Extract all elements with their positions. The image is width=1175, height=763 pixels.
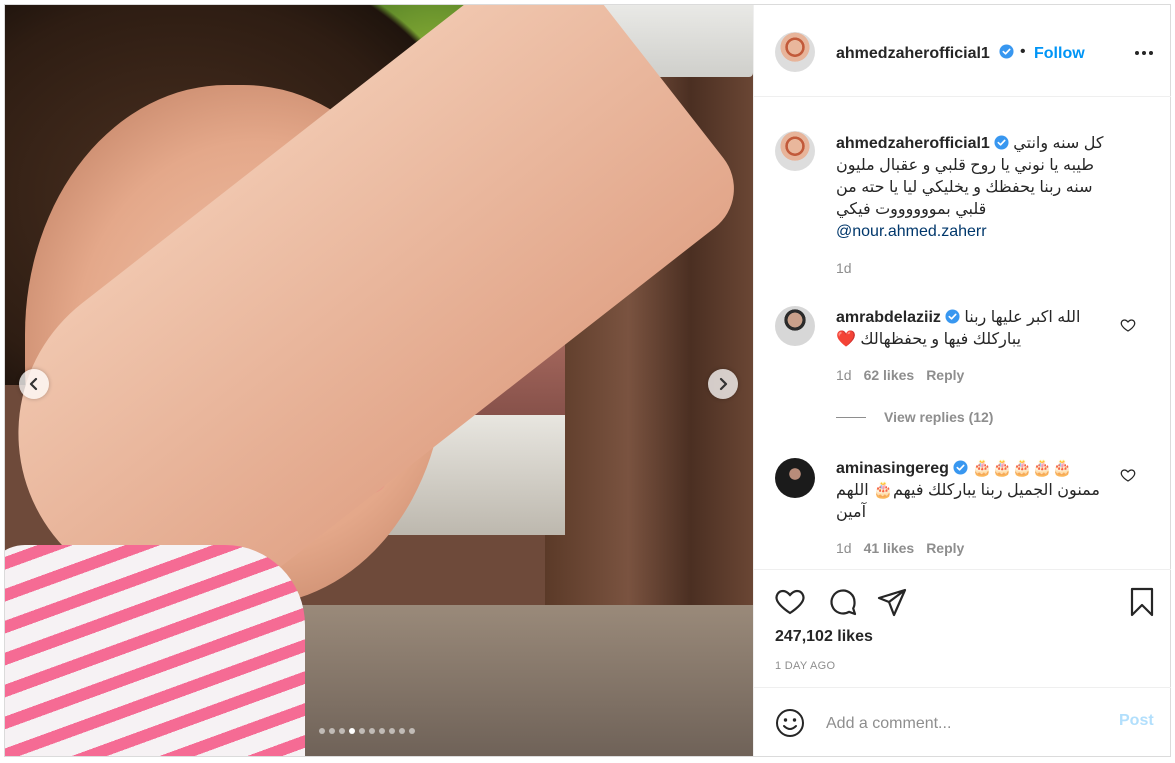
- verified-badge-icon: [953, 460, 968, 475]
- comment-meta: 1d 62 likes Reply: [836, 367, 964, 383]
- author-username[interactable]: ahmedzaherofficial1: [836, 45, 990, 63]
- more-options-icon[interactable]: [1132, 45, 1156, 61]
- comment-like-heart-icon[interactable]: [1120, 317, 1136, 333]
- reply-button[interactable]: Reply: [926, 540, 964, 556]
- reply-button[interactable]: Reply: [926, 367, 964, 383]
- comment-likes[interactable]: 62 likes: [864, 367, 915, 383]
- caption-text: ahmedzaherofficial1 كل سنه وانتي طيبه يا…: [836, 133, 1111, 243]
- carousel-dot: [329, 728, 335, 734]
- carousel-dot: [339, 728, 345, 734]
- author-avatar[interactable]: [775, 32, 815, 72]
- add-comment-bar: Post: [754, 687, 1171, 756]
- verified-badge-icon: [995, 44, 1014, 62]
- carousel-prev-button[interactable]: [19, 369, 49, 399]
- header-separator: •: [1020, 43, 1026, 60]
- post-actions: 247,102 likes 1 DAY AGO: [754, 569, 1171, 687]
- bookmark-icon[interactable]: [1126, 586, 1158, 618]
- likes-count[interactable]: 247,102 likes: [775, 628, 873, 646]
- comment-text: aminasingereg 🎂🎂🎂🎂🎂 ممنون الجميل ربنا يب…: [836, 458, 1111, 524]
- comment-like-heart-icon[interactable]: [1120, 467, 1136, 483]
- comment-avatar[interactable]: [775, 306, 815, 346]
- chevron-left-icon: [29, 377, 38, 391]
- post-timestamp[interactable]: 1 DAY AGO: [775, 660, 835, 672]
- comment-text: amrabdelaziiz الله اكبر عليها ربنا يبارك…: [836, 307, 1111, 351]
- post-photo[interactable]: [5, 5, 753, 756]
- caption-avatar[interactable]: [775, 131, 815, 171]
- carousel-dots: [319, 728, 415, 734]
- view-replies-label: View replies (12): [884, 409, 994, 425]
- comment-username[interactable]: aminasingereg: [836, 460, 949, 477]
- post-sidebar: ahmedzaherofficial1 • Follow ahmedzahero…: [753, 5, 1171, 756]
- carousel-dot: [319, 728, 325, 734]
- comment-meta: 1d 41 likes Reply: [836, 540, 964, 556]
- carousel-next-button[interactable]: [708, 369, 738, 399]
- carousel-dot: [399, 728, 405, 734]
- post-comment-button[interactable]: Post: [1119, 712, 1154, 730]
- verified-badge-icon: [994, 135, 1009, 150]
- carousel-dot: [409, 728, 415, 734]
- comment-icon[interactable]: [827, 586, 859, 618]
- caption-mention[interactable]: @nour.ahmed.zaherr: [836, 223, 987, 240]
- view-replies-button[interactable]: View replies (12): [836, 409, 993, 425]
- follow-button[interactable]: Follow: [1034, 45, 1085, 63]
- chevron-right-icon: [719, 377, 728, 391]
- post-container: ahmedzaherofficial1 • Follow ahmedzahero…: [4, 4, 1171, 757]
- carousel-dot: [389, 728, 395, 734]
- carousel-dot: [369, 728, 375, 734]
- carousel-dot: [359, 728, 365, 734]
- carousel-dot: [379, 728, 385, 734]
- comment-input[interactable]: [824, 710, 1098, 738]
- comment-time[interactable]: 1d: [836, 367, 852, 383]
- caption-meta: 1d: [836, 260, 852, 276]
- emoji-icon[interactable]: [775, 708, 805, 738]
- comment-username[interactable]: amrabdelaziiz: [836, 309, 941, 326]
- comment-likes[interactable]: 41 likes: [864, 540, 915, 556]
- heart-icon[interactable]: [774, 586, 806, 618]
- comments-list[interactable]: ahmedzaherofficial1 كل سنه وانتي طيبه يا…: [754, 97, 1171, 569]
- comment-avatar[interactable]: [775, 458, 815, 498]
- verified-badge-icon: [945, 309, 960, 324]
- post-header: ahmedzaherofficial1 • Follow: [754, 5, 1171, 97]
- share-icon[interactable]: [876, 586, 908, 618]
- carousel-dot: [349, 728, 355, 734]
- caption-username[interactable]: ahmedzaherofficial1: [836, 135, 990, 152]
- caption-time[interactable]: 1d: [836, 260, 852, 276]
- comment-time[interactable]: 1d: [836, 540, 852, 556]
